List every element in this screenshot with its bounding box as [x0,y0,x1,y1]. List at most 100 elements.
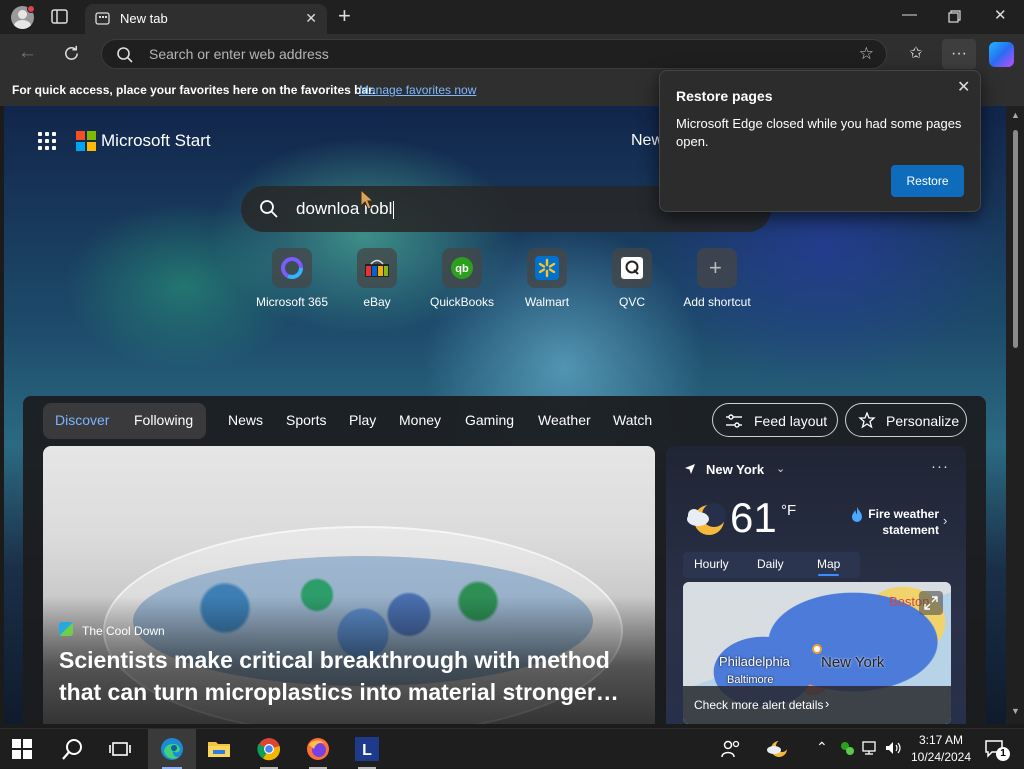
shortcut-ebay[interactable]: eBay [335,248,419,309]
file-explorer-icon[interactable] [207,737,231,761]
chevron-right-icon: › [825,696,830,711]
microsoft-start-title[interactable]: Microsoft Start [101,131,211,151]
close-window-button[interactable]: ✕ [994,6,1007,24]
more-options-icon[interactable]: ··· [931,458,949,475]
page-scrollbar[interactable]: ▲ ▼ [1006,106,1024,724]
copilot-icon[interactable] [989,42,1014,67]
tab-weather[interactable]: Weather [538,412,591,428]
chevron-down-icon[interactable]: ⌄ [776,462,785,475]
scroll-up-icon[interactable]: ▲ [1011,110,1020,120]
location-arrow-icon [685,464,695,474]
search-icon[interactable] [61,737,85,761]
add-shortcut-button[interactable]: + Add shortcut [675,248,759,309]
restore-pages-popup: Restore pages ✕ Microsoft Edge closed wh… [659,70,981,212]
chevron-up-icon[interactable]: ⌃ [816,739,828,756]
feed-layout-button[interactable]: Feed layout [712,403,838,437]
weather-tab-map[interactable]: Map [817,557,840,576]
microsoft-logo-icon [76,131,96,151]
tab-play[interactable]: Play [349,412,376,428]
alert-details-link[interactable]: Check more alert details [694,698,823,712]
source-logo-icon [59,622,73,636]
location-pin-icon [812,644,822,654]
tab-sports[interactable]: Sports [286,412,326,428]
weather-location[interactable]: New York [706,462,764,477]
tab-following[interactable]: Following [134,412,193,428]
tab-discover[interactable]: Discover [55,412,109,428]
map-label-new-york: New York [821,654,885,671]
clock-time[interactable]: 3:17 AM [911,733,971,747]
plus-icon: + [709,255,722,280]
favorite-star-icon[interactable]: ☆ [859,44,874,64]
shortcut-quickbooks[interactable]: qb QuickBooks [420,248,504,309]
weather-tab-hourly[interactable]: Hourly [694,557,729,571]
map-footer[interactable]: Check more alert details › [683,686,951,724]
favorites-icon[interactable]: ✩ [899,39,933,69]
restore-message: Microsoft Edge closed while you had some… [676,116,962,149]
restore-window-button[interactable] [948,10,961,23]
shortcut-microsoft-365[interactable]: Microsoft 365 [250,248,334,309]
weather-card: New York ⌄ ··· 61 °F Fire weather statem… [666,446,966,724]
chevron-right-icon[interactable]: › [943,513,947,528]
minimize-button[interactable]: — [902,6,917,23]
web-search-input[interactable]: downloa robl [296,199,395,219]
personalize-button[interactable]: Personalize [845,403,967,437]
manage-favorites-link[interactable]: Manage favorites now [359,83,476,97]
tab-gaming[interactable]: Gaming [465,412,514,428]
shortcut-label: QVC [618,295,645,309]
tab-news[interactable]: News [228,412,263,428]
shortcut-label: Walmart [524,295,570,309]
restore-title: Restore pages [676,88,773,104]
weather-alert[interactable]: Fire weather statement [867,506,939,538]
task-view-icon[interactable] [108,737,132,761]
l-app-icon[interactable]: L [355,737,379,761]
apps-grid-icon[interactable] [38,132,56,150]
scroll-thumb[interactable] [1013,130,1018,348]
windows-start-icon[interactable] [12,739,32,759]
tab-watch[interactable]: Watch [613,412,652,428]
quickbooks-tray-icon[interactable] [838,739,856,757]
weather-map[interactable]: Boston Philadelphia New York Baltimore C… [683,582,951,724]
weather-widget-icon[interactable] [765,737,789,761]
sparkle-edit-icon [858,412,876,429]
shortcut-qvc[interactable]: QVC [590,248,674,309]
article-headline[interactable]: Scientists make critical breakthrough wi… [59,644,639,708]
tab-actions-icon[interactable] [51,9,68,24]
personalize-label: Personalize [886,413,960,429]
tab-close-icon[interactable]: ✕ [305,10,317,27]
firefox-icon[interactable] [306,737,330,761]
close-icon[interactable]: ✕ [957,77,970,97]
partly-cloudy-night-icon [687,503,726,535]
shortcut-walmart[interactable]: Walmart [505,248,589,309]
tab-new-tab[interactable]: New tab ✕ [85,4,327,34]
title-bar: New tab ✕ + — ✕ [0,0,1024,34]
hero-article-card[interactable]: The Cool Down Scientists make critical b… [43,446,655,724]
new-tab-button[interactable]: + [338,4,351,28]
people-icon[interactable] [719,737,743,761]
restore-button[interactable]: Restore [891,165,964,197]
walmart-icon [535,256,559,280]
expand-map-icon[interactable] [919,591,943,615]
temperature-unit[interactable]: °F [781,502,796,519]
shortcut-label: Microsoft 365 [255,295,329,309]
address-bar[interactable]: Search or enter web address ☆ [101,39,887,69]
clock-date[interactable]: 10/24/2024 [909,750,973,764]
tab-money[interactable]: Money [399,412,441,428]
weather-tab-daily[interactable]: Daily [757,557,784,571]
edge-icon[interactable] [160,737,184,761]
svg-text:qb: qb [455,263,469,275]
back-button[interactable]: ← [18,42,37,64]
address-input[interactable]: Search or enter web address [149,46,329,62]
article-source[interactable]: The Cool Down [82,624,165,638]
mouse-cursor-icon [360,188,375,210]
scroll-down-icon[interactable]: ▼ [1011,706,1020,716]
network-icon[interactable] [862,740,880,756]
toolbar: ← Search or enter web address ☆ ✩ ··· [0,34,1024,74]
feed-layout-label: Feed layout [754,413,828,429]
new-tab-page-icon [95,12,110,25]
volume-icon[interactable] [885,740,903,756]
settings-more-icon[interactable]: ··· [942,39,976,69]
refresh-button[interactable] [62,44,81,63]
tab-title: New tab [120,11,168,26]
chrome-icon[interactable] [257,737,281,761]
favorites-bar-hint: For quick access, place your favorites h… [12,83,376,97]
